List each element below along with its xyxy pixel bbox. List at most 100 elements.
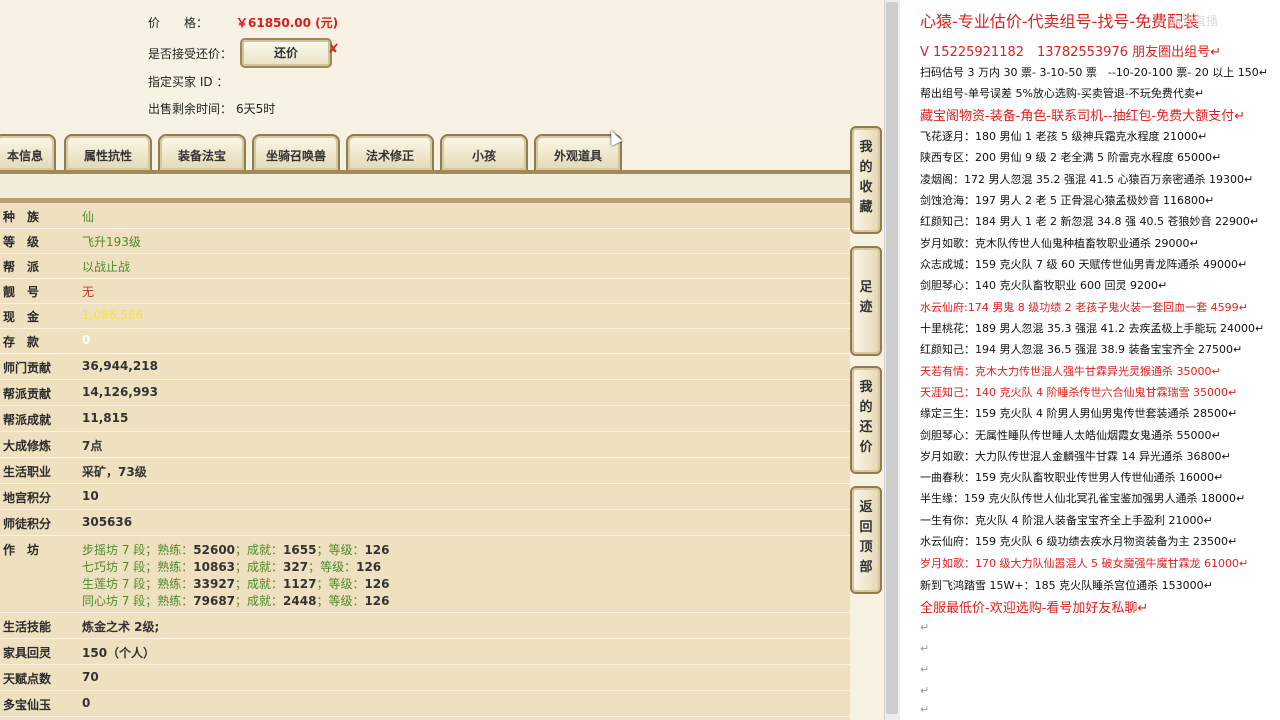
ad-line: ↵ — [920, 642, 930, 655]
row-value: 70 — [82, 670, 99, 684]
table-row: 等 级 飞升193级 — [0, 228, 850, 254]
my-counter-offers-button[interactable]: 我的还价 — [850, 366, 882, 474]
row-label: 帮派贡献 — [3, 387, 52, 401]
tab-mounts-pets[interactable]: 坐骑召唤兽 — [252, 134, 340, 170]
counter-offer-row: 是否接受还价： — [148, 45, 236, 62]
ad-line: 剑胆琴心：140 克火队畜牧职业 600 回灵 9200↵ — [920, 279, 1168, 292]
buyer-id-label: 指定买家 ID ： — [148, 75, 229, 89]
ad-line: 水云仙府：159 克火队 6 级功绩去疾水月物资装备为主 23500↵ — [920, 535, 1238, 548]
table-row: 地宫积分 10 — [0, 483, 850, 510]
ad-line: 一生有你：克火队 4 阶混人装备宝宝齐全上手盈利 21000↵ — [920, 514, 1213, 527]
ad-line: 藏宝阁物资-装备-角色-联系司机--抽红包-免费大额支付↵ — [920, 109, 1246, 124]
price-value: ￥61850.00 (元) — [236, 16, 339, 30]
price-label: 价 格： — [148, 16, 209, 30]
game-listing-panel: 价 格： ￥61850.00 (元) 是否接受还价： 还价 ✘ 指定买家 ID ：… — [0, 0, 884, 720]
row-value: 飞升193级 — [82, 235, 141, 249]
remaining-time-row: 出售剩余时间： 6天5时 — [148, 100, 275, 117]
ad-line: 天涯知己：140 克火队 4 阶睡杀传世六合仙鬼甘霖瑞雪 35000↵ — [920, 386, 1238, 399]
row-value: 1,086,586 — [82, 308, 144, 322]
ad-line: 剑胆琴心：无属性睡队传世睡人太皓仙烟霞女鬼通杀 55000↵ — [920, 429, 1221, 442]
ad-line: 岁月如歌：克木队传世人仙鬼种植畜牧职业通杀 29000↵ — [920, 237, 1199, 250]
ad-line: 全服最低价-欢迎选购-看号加好友私聊↵ — [920, 601, 1149, 616]
my-favorites-button[interactable]: 我的收藏 — [850, 126, 882, 234]
row-value: 150（个人） — [82, 646, 156, 660]
ad-line: 半生缘：159 克火队传世人仙北冥孔雀宝鉴加强男人通杀 18000↵ — [920, 492, 1246, 505]
ad-line: 新到飞鸿踏雪 15W+：185 克火队睡杀宫位通杀 153000↵ — [920, 579, 1213, 592]
ad-line: 众志成城：159 克火队 7 级 60 天赋传世仙男青龙阵通杀 49000↵ — [920, 258, 1248, 271]
workshop-row: 作 坊 步摇坊 7 段；熟练：52600；成就：1655；等级：126 七巧坊 … — [0, 535, 850, 613]
row-label: 靓 号 — [3, 285, 40, 299]
row-label: 帮派成就 — [3, 413, 52, 427]
ad-line: 岁月如歌：大力队传世混人金麟强牛甘霖 14 异光通杀 36800↵ — [920, 450, 1231, 463]
tab-basic-info[interactable]: 本信息 — [0, 134, 56, 170]
row-value: 无 — [82, 285, 95, 299]
footprint-button[interactable]: 足迹 — [850, 246, 882, 356]
table-row: 存 款 0 — [0, 328, 850, 354]
row-value: 305636 — [82, 515, 133, 529]
tab-equipment[interactable]: 装备法宝 — [158, 134, 246, 170]
row-label: 师徒积分 — [3, 517, 52, 531]
trade-info: 价 格： ￥61850.00 (元) 是否接受还价： 还价 ✘ 指定买家 ID ：… — [0, 0, 884, 128]
row-label: 天赋点数 — [3, 672, 52, 686]
table-row: 生活技能 炼金之术 2级; — [0, 612, 850, 639]
tab-spell-correction[interactable]: 法术修正 — [346, 134, 434, 170]
row-label: 种 族 — [3, 210, 40, 224]
watermark: 游戏直播 — [1170, 14, 1219, 28]
ad-line: 一曲春秋：159 克火队畜牧职业传世男人传世仙通杀 16000↵ — [920, 471, 1224, 484]
counter-offer-button[interactable]: 还价 — [240, 38, 332, 68]
detail-tabs: 本信息 属性抗性 装备法宝 坐骑召唤兽 法术修正 小孩 外观道具 — [0, 132, 850, 172]
workshop-line: 七巧坊 7 段；熟练：10863；成就：327；等级：126 — [82, 560, 382, 574]
counter-offer-label: 是否接受还价： — [148, 47, 233, 61]
table-row: 家具回灵 150（个人） — [0, 638, 850, 665]
ad-line: 红颜知己：184 男人 1 老 2 新忽混 34.8 强 40.5 苍狼妙音 2… — [920, 215, 1260, 228]
row-label: 多宝仙玉 — [3, 698, 52, 712]
table-row: 天赋点数 70 — [0, 664, 850, 691]
price-row: 价 格： ￥61850.00 (元) — [148, 14, 338, 31]
ad-line: 飞花逐月：180 男仙 1 老孩 5 级神兵霜克水程度 21000↵ — [920, 130, 1208, 143]
row-value: 炼金之术 2级; — [82, 620, 160, 634]
table-row: 种 族仙 — [0, 203, 850, 229]
row-value: 0 — [82, 333, 91, 347]
row-label: 存 款 — [3, 335, 40, 349]
row-label: 家具回灵 — [3, 646, 52, 660]
table-row: 师徒积分 305636 — [0, 509, 850, 536]
tab-attributes[interactable]: 属性抗性 — [64, 134, 152, 170]
ad-line: 剑蚀沧海：197 男人 2 老 5 正骨混心猿孟极妙音 116800↵ — [920, 194, 1215, 207]
table-row: 靓 号无 — [0, 278, 850, 304]
row-label: 生活职业 — [3, 465, 52, 479]
row-label: 现 金 — [3, 310, 40, 324]
remaining-time-label: 出售剩余时间： — [148, 102, 233, 116]
workshop-line: 生莲坊 7 段；熟练：33927；成就：1127；等级：126 — [82, 577, 390, 591]
ad-line: 缘定三生：159 克火队 4 阶男人男仙男鬼传世套装通杀 28500↵ — [920, 407, 1238, 420]
close-icon: ✘ — [328, 42, 339, 57]
ad-line: 心猿-专业估价-代卖组号-找号-免费配装 — [920, 12, 1200, 31]
row-value: 10 — [82, 489, 99, 503]
ad-line: 天若有情：克木大力传世混人强牛甘霖异光灵猴通杀 35000↵ — [920, 365, 1221, 378]
ad-line: V 15225921182 13782553976 朋友圈出组号↵ — [920, 45, 1222, 60]
row-label: 作 坊 — [3, 543, 40, 557]
table-row: 多宝仙玉 0 — [0, 690, 850, 717]
overlay-text-panel: 心猿-专业估价-代卖组号-找号-免费配装 V 15225921182 13782… — [900, 0, 1280, 720]
ad-line: 帮出组号-单号误差 5%放心选购-买卖管退-不玩免费代卖↵ — [920, 87, 1205, 100]
row-value: 11,815 — [82, 411, 129, 425]
table-row: 生活职业 采矿，73级 — [0, 457, 850, 484]
back-to-top-button[interactable]: 返回顶部 — [850, 486, 882, 594]
ad-line: 水云仙府:174 男鬼 8 级功绩 2 老孩子鬼火装一套回血一套 4599↵ — [920, 301, 1248, 314]
workshop-line: 步摇坊 7 段；熟练：52600；成就：1655；等级：126 — [82, 543, 390, 557]
row-value: 36,944,218 — [82, 359, 158, 373]
row-value: 7点 — [82, 439, 103, 453]
ad-line: ↵ — [920, 621, 930, 634]
row-value: 14,126,993 — [82, 385, 158, 399]
table-row: 现 金 1,086,586 — [0, 303, 850, 329]
scrollbar-thumb[interactable] — [886, 2, 898, 714]
table-row: 帮派成就 11,815 — [0, 405, 850, 432]
row-label: 等 级 — [3, 235, 40, 249]
row-label: 大成修炼 — [3, 439, 52, 453]
workshop-line: 同心坊 7 段；熟练：79687；成就：2448；等级：126 — [82, 594, 390, 608]
ad-line: 扫码估号 3 万内 30 票- 3-10-50 票 --10-20-100 票-… — [920, 66, 1268, 79]
ad-line: 红颜知己：194 男人忽混 36.5 强混 38.9 装备宝宝齐全 27500↵ — [920, 343, 1243, 356]
tab-children[interactable]: 小孩 — [440, 134, 528, 170]
table-row: 帮 派 以战止战 — [0, 253, 850, 279]
buyer-id-row: 指定买家 ID ： — [148, 73, 236, 90]
row-label: 帮 派 — [3, 260, 40, 274]
